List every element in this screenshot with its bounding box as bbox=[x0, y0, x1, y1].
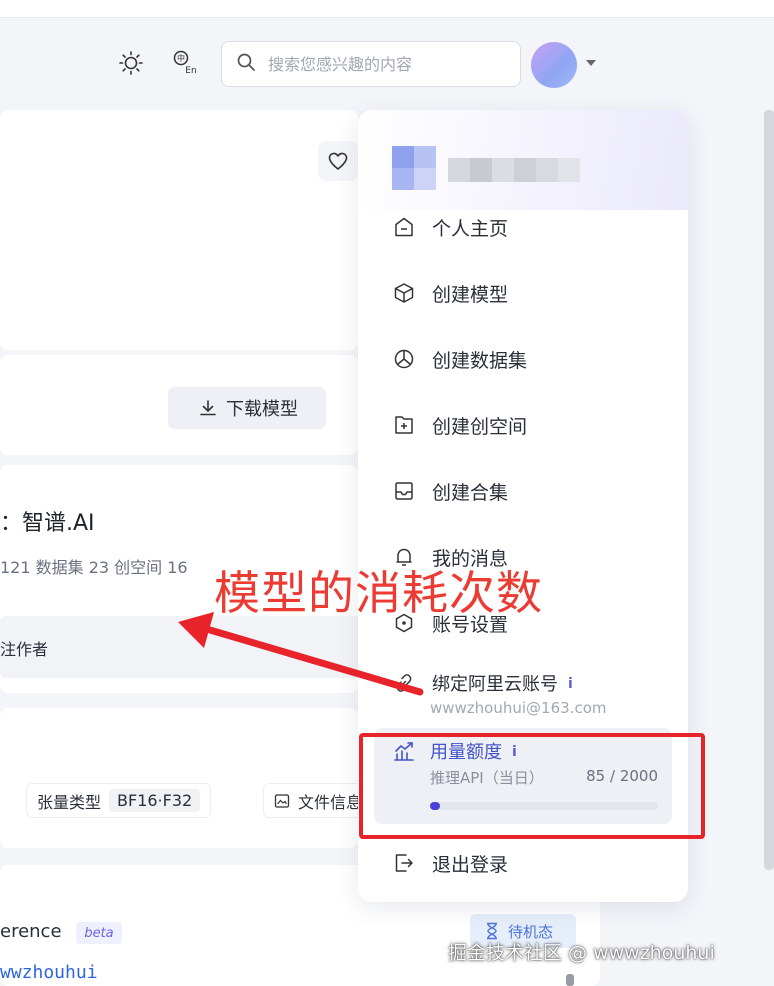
cube-icon bbox=[392, 281, 416, 305]
link-icon bbox=[392, 671, 416, 695]
file-info-button[interactable]: 文件信息 bbox=[263, 783, 373, 818]
user-avatar[interactable] bbox=[531, 42, 577, 88]
logout-label: 退出登录 bbox=[432, 854, 509, 876]
heart-icon bbox=[328, 152, 348, 170]
menu-item-label: 绑定阿里云账号 i bbox=[432, 670, 573, 696]
menu-item-create-space[interactable]: 创建创空间 bbox=[358, 399, 688, 451]
bound-email: wwwzhouhui@163.com bbox=[430, 699, 607, 717]
menu-item-profile[interactable]: 个人主页 bbox=[358, 201, 688, 253]
annotation-highlight-box bbox=[359, 733, 705, 839]
svg-text:中: 中 bbox=[177, 53, 185, 63]
download-icon bbox=[200, 400, 216, 416]
pie-chart-icon bbox=[392, 347, 416, 371]
tensor-type-tag: 张量类型 BF16·F32 bbox=[26, 783, 212, 818]
tensor-type-value: BF16·F32 bbox=[109, 789, 201, 812]
model-header-card bbox=[0, 110, 358, 350]
username-link[interactable]: wwzhouhui bbox=[0, 962, 98, 983]
menu-item-logout[interactable]: 退出登录 bbox=[358, 837, 688, 889]
sun-icon[interactable] bbox=[116, 48, 146, 78]
chevron-down-icon[interactable] bbox=[586, 60, 596, 66]
menu-item-label: 创建创空间 bbox=[432, 416, 528, 438]
search-icon bbox=[236, 52, 256, 76]
menu-item-label: 个人主页 bbox=[432, 218, 509, 240]
home-icon bbox=[392, 215, 416, 239]
info-icon[interactable]: i bbox=[568, 676, 573, 692]
search-input[interactable] bbox=[268, 54, 498, 74]
watermark: 掘金技术社区 @ wwwzhouhui bbox=[448, 942, 715, 964]
model-info-card bbox=[0, 708, 358, 848]
tensor-type-label: 张量类型 bbox=[37, 792, 102, 812]
favorite-button[interactable] bbox=[318, 141, 358, 181]
svg-text:En: En bbox=[185, 66, 196, 76]
bind-aliyun-label: 绑定阿里云账号 bbox=[432, 674, 558, 695]
download-model-button[interactable]: 下载模型 bbox=[168, 387, 326, 429]
menu-user-avatar bbox=[392, 146, 436, 190]
file-info-label: 文件信息 bbox=[297, 792, 362, 812]
image-icon bbox=[274, 793, 290, 808]
menu-item-create-model[interactable]: 创建模型 bbox=[358, 267, 688, 319]
add-folder-icon bbox=[392, 413, 416, 437]
menu-item-label: 创建数据集 bbox=[432, 350, 528, 372]
inbox-icon bbox=[392, 479, 416, 503]
browser-top-strip bbox=[0, 0, 774, 18]
menu-item-label: 创建模型 bbox=[432, 284, 509, 306]
logout-icon bbox=[392, 851, 416, 875]
org-title[interactable]: ：智谱.AI bbox=[0, 505, 95, 537]
inner-scrollbar[interactable] bbox=[566, 974, 574, 986]
search-box[interactable] bbox=[221, 41, 521, 87]
follow-author-label: 注作者 bbox=[0, 640, 49, 659]
menu-item-create-collection[interactable]: 创建合集 bbox=[358, 465, 688, 517]
menu-username-redacted bbox=[448, 158, 580, 182]
inference-label: erence bbox=[0, 921, 62, 942]
org-stats: 121 数据集 23 创空间 16 bbox=[0, 558, 188, 577]
follow-author-row[interactable]: 注作者 bbox=[0, 616, 370, 678]
menu-item-label: 创建合集 bbox=[432, 482, 509, 504]
menu-item-create-dataset[interactable]: 创建数据集 bbox=[358, 333, 688, 385]
page-scrollbar[interactable] bbox=[764, 110, 774, 870]
language-icon[interactable]: 中 En bbox=[171, 48, 201, 78]
annotation-text: 模型的消耗次数 bbox=[214, 566, 543, 620]
beta-badge: beta bbox=[76, 922, 122, 944]
download-model-label: 下载模型 bbox=[226, 399, 298, 420]
